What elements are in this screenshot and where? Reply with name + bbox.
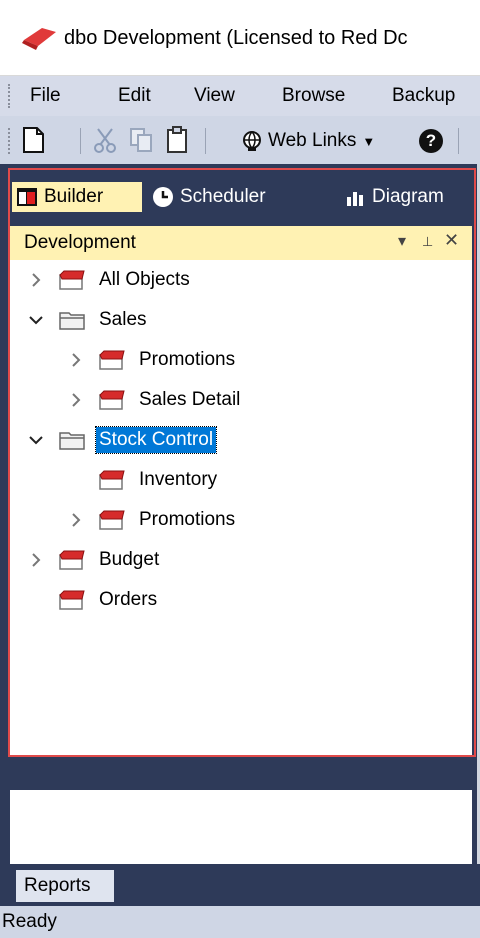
red-folder-icon: [99, 510, 125, 530]
menu-edit[interactable]: Edit: [118, 85, 151, 107]
tree-node[interactable]: Promotions: [10, 502, 472, 538]
tab-diagram-label: Diagram: [372, 186, 444, 207]
tab-scheduler[interactable]: Scheduler: [152, 182, 266, 212]
help-icon[interactable]: ?: [419, 129, 443, 153]
tree-node[interactable]: Inventory: [10, 462, 472, 498]
tree-node-label: Budget: [99, 549, 160, 570]
menu-grip-icon[interactable]: [8, 84, 11, 108]
toolbar-separator: [458, 128, 459, 154]
red-folder-icon: [59, 270, 85, 290]
tree-node[interactable]: Sales Detail: [10, 382, 472, 418]
app-logo-icon: [22, 28, 56, 50]
tree-node-label: Sales Detail: [139, 389, 241, 410]
chevron-down-icon: ▼: [362, 133, 376, 149]
cut-icon[interactable]: [92, 126, 118, 154]
pin-icon[interactable]: ⊥: [422, 234, 433, 250]
tree-node[interactable]: Promotions: [10, 342, 472, 378]
chevron-down-icon[interactable]: [28, 432, 44, 448]
tree-node[interactable]: Sales: [10, 302, 472, 338]
chevron-right-icon[interactable]: [68, 512, 84, 528]
open-folder-icon: [59, 312, 85, 330]
object-tree: All Objects Sales Promotions Sales Detail St…: [10, 260, 472, 756]
menu-view[interactable]: View: [194, 85, 235, 107]
chevron-right-icon[interactable]: [68, 352, 84, 368]
tree-node-label: Inventory: [139, 469, 218, 490]
builder-icon: [17, 188, 37, 206]
panel-empty-area: [10, 790, 472, 864]
tree-node[interactable]: Budget: [10, 542, 472, 578]
panel-tabs: Builder Scheduler Diagram: [10, 180, 472, 214]
toolbar-grip-icon[interactable]: [8, 128, 11, 154]
red-folder-icon: [99, 350, 125, 370]
web-links-button[interactable]: Web Links ▼: [240, 128, 375, 154]
tree-node-label: Sales: [99, 309, 147, 330]
open-folder-icon: [59, 432, 85, 450]
bar-chart-icon: [347, 192, 363, 206]
tree-node[interactable]: Orders: [10, 582, 472, 618]
tab-diagram[interactable]: Diagram: [344, 182, 444, 212]
globe-icon: [243, 131, 261, 151]
panel-dropdown-icon[interactable]: ▾: [398, 231, 406, 251]
web-links-label: Web Links: [268, 130, 357, 151]
new-document-icon[interactable]: [20, 126, 46, 154]
panel-header: Development ▾ ⊥ ✕: [10, 226, 472, 260]
copy-icon[interactable]: [128, 126, 154, 154]
tab-reports[interactable]: Reports: [16, 870, 114, 902]
tab-scheduler-label: Scheduler: [180, 186, 266, 207]
red-folder-icon: [99, 390, 125, 410]
chevron-right-icon[interactable]: [68, 392, 84, 408]
tree-node-label: All Objects: [99, 269, 190, 290]
chevron-down-icon[interactable]: [28, 312, 44, 328]
menu-bar: File Edit View Browse Backup: [0, 76, 480, 116]
menu-browse[interactable]: Browse: [282, 85, 345, 107]
tree-node-label: Stock Control: [94, 426, 218, 454]
toolbar-separator: [205, 128, 206, 154]
tree-node[interactable]: Stock Control: [10, 422, 472, 458]
tree-node[interactable]: All Objects: [10, 262, 472, 298]
tree-node-label: Orders: [99, 589, 158, 610]
close-icon[interactable]: ✕: [444, 230, 459, 251]
toolbar: Web Links ▼ ?: [0, 116, 480, 164]
red-folder-icon: [59, 590, 85, 610]
paste-icon[interactable]: [164, 126, 190, 154]
title-bar: dbo Development (Licensed to Red Dc: [0, 0, 480, 76]
red-folder-icon: [59, 550, 85, 570]
status-text: Ready: [2, 911, 57, 932]
clock-icon: [153, 187, 173, 207]
tab-builder[interactable]: Builder: [12, 182, 142, 212]
menu-backup[interactable]: Backup: [392, 85, 455, 107]
tree-node-label: Promotions: [139, 349, 236, 370]
tree-node-label: Promotions: [139, 509, 236, 530]
chevron-right-icon[interactable]: [28, 272, 44, 288]
window-title: dbo Development (Licensed to Red Dc: [64, 27, 408, 49]
status-bar: Ready: [0, 906, 480, 938]
toolbar-separator: [80, 128, 81, 154]
panel-title: Development: [24, 232, 136, 253]
menu-file[interactable]: File: [30, 85, 61, 107]
chevron-right-icon[interactable]: [28, 552, 44, 568]
tab-builder-label: Builder: [44, 186, 104, 207]
red-folder-icon: [99, 470, 125, 490]
